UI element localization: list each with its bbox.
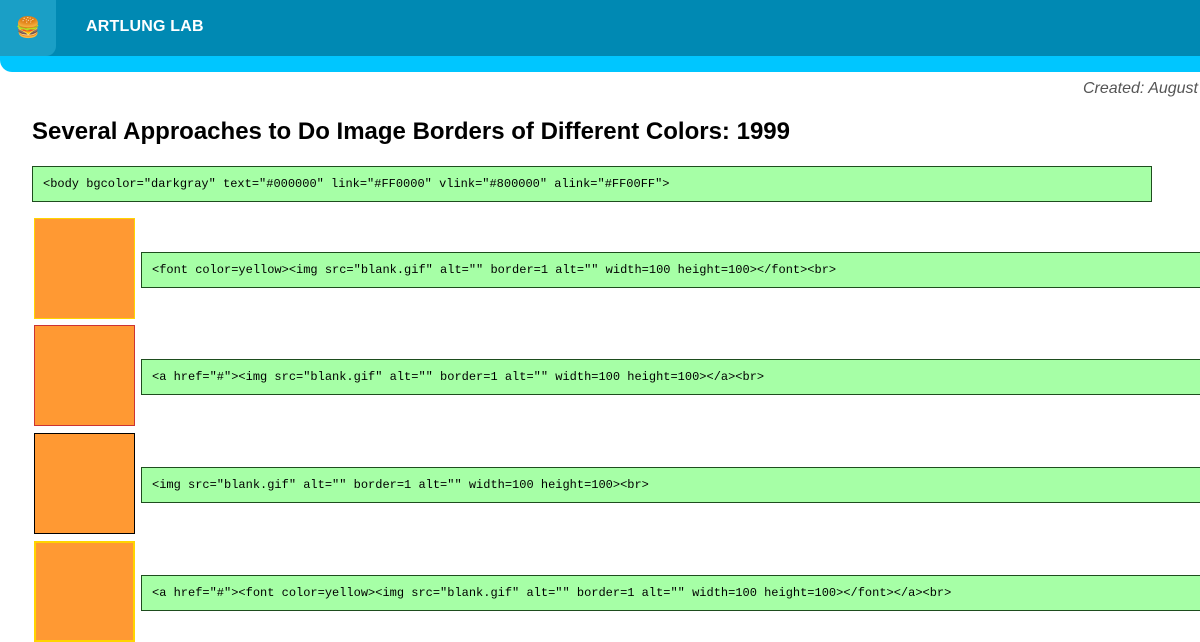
image-default-border (34, 433, 135, 534)
image-link-yellow-border[interactable] (34, 541, 135, 642)
logo-button[interactable]: 🍔 (0, 0, 56, 56)
code-example-1: <font color=yellow><img src="blank.gif" … (141, 252, 1200, 288)
hamburger-icon: 🍔 (15, 17, 41, 39)
code-example-3: <img src="blank.gif" alt="" border=1 alt… (141, 467, 1200, 503)
site-brand-link[interactable]: ARTLUNG LAB (86, 18, 204, 36)
code-example-4: <a href="#"><font color=yellow><img src=… (141, 575, 1200, 611)
site-header: 🍔 ARTLUNG LAB (0, 0, 1200, 56)
created-date: Created: August (1082, 80, 1198, 97)
image-link-border[interactable] (34, 325, 135, 426)
image-yellow-border (34, 218, 135, 319)
body-code-block: <body bgcolor="darkgray" text="#000000" … (32, 166, 1152, 202)
code-example-2: <a href="#"><img src="blank.gif" alt="" … (141, 359, 1200, 395)
page-title: Several Approaches to Do Image Borders o… (32, 118, 790, 145)
